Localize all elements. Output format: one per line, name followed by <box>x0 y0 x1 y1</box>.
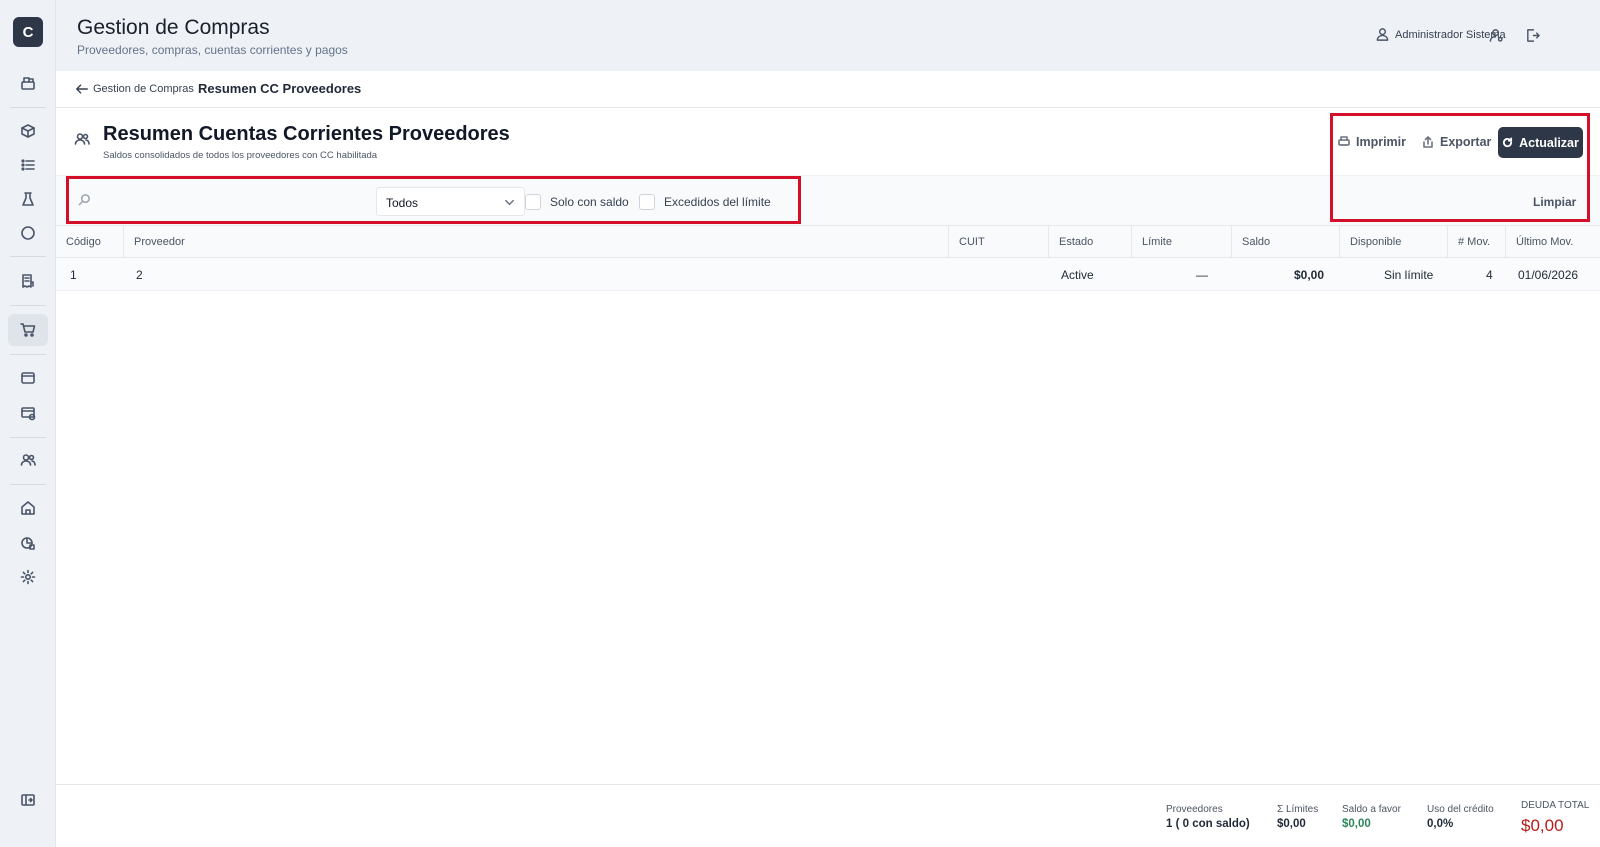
checkbox-box[interactable] <box>525 194 541 210</box>
users-icon <box>74 131 90 152</box>
status-select[interactable]: Todos <box>376 187 525 216</box>
refresh-button[interactable]: Actualizar <box>1498 127 1583 158</box>
col-ultimo-mov[interactable]: Último Mov. <box>1506 226 1600 258</box>
sidebar-divider <box>10 256 46 257</box>
summary-footer: Proveedores 1 ( 0 con saldo) Σ Límites $… <box>56 784 1600 847</box>
export-label: Exportar <box>1440 135 1492 149</box>
accounts-table: Código Proveedor CUIT Estado Límite Sald… <box>56 226 1600 291</box>
stat-value: 1 ( 0 con saldo) <box>1166 818 1250 830</box>
app-subtitle: Proveedores, compras, cuentas corrientes… <box>77 43 348 57</box>
cell-codigo: 1 <box>70 267 77 282</box>
total-debt-value: $0,00 <box>1521 816 1564 835</box>
chart-icon[interactable] <box>8 527 48 559</box>
search-input[interactable] <box>98 185 363 215</box>
stat-proveedores: Proveedores 1 ( 0 con saldo) <box>1166 804 1250 830</box>
user-gear-icon <box>1489 28 1503 42</box>
cash-register-icon[interactable] <box>8 67 48 99</box>
arrow-left-icon <box>76 84 88 94</box>
logout-button[interactable] <box>1522 26 1542 44</box>
print-label: Imprimir <box>1356 135 1407 149</box>
user-icon <box>1376 28 1389 41</box>
stat-label: Saldo a favor <box>1342 804 1401 815</box>
breadcrumb-back-link[interactable]: Gestion de Compras <box>75 82 194 96</box>
home-icon[interactable] <box>8 492 48 524</box>
stat-value: $0,00 <box>1342 818 1371 830</box>
export-button[interactable]: Exportar <box>1422 127 1491 157</box>
search-box[interactable] <box>72 185 367 215</box>
chevron-down-icon <box>505 199 514 206</box>
collapse-icon[interactable] <box>8 784 48 816</box>
col-saldo[interactable]: Saldo <box>1232 226 1340 258</box>
users-icon[interactable] <box>8 444 48 476</box>
status-select-value: Todos <box>386 196 419 210</box>
app-logo[interactable]: C <box>13 17 43 47</box>
refresh-icon <box>1503 137 1513 148</box>
stat-saldo-favor: Saldo a favor $0,00 <box>1342 804 1401 830</box>
page-subtitle: Saldos consolidados de todos los proveed… <box>103 150 378 161</box>
card-icon[interactable] <box>8 397 48 429</box>
table-row[interactable]: 1 2 Active — $0,00 Sin límite 4 01/06/20… <box>56 258 1600 291</box>
breadcrumb-current: Resumen CC Proveedores <box>198 81 362 96</box>
cell-saldo: $0,00 <box>1294 267 1325 282</box>
user-settings-button[interactable] <box>1486 26 1506 44</box>
stat-label: Σ Límites <box>1277 804 1319 815</box>
col-disponible[interactable]: Disponible <box>1340 226 1448 258</box>
sidebar-divider <box>10 484 46 485</box>
page-title: Resumen Cuentas Corrientes Proveedores <box>103 123 510 145</box>
list-icon[interactable] <box>8 149 48 181</box>
clear-filters-button[interactable]: Limpiar <box>1533 195 1576 209</box>
app-header: Gestion de Compras Proveedores, compras,… <box>56 0 1600 71</box>
breadcrumb: Gestion de Compras Resumen CC Proveedore… <box>56 71 1600 108</box>
cart-icon[interactable] <box>8 314 48 346</box>
wallet-icon[interactable] <box>8 362 48 394</box>
refresh-label: Actualizar <box>1519 135 1579 150</box>
sidebar: C <box>0 0 56 847</box>
only-balance-label: Solo con saldo <box>550 195 629 209</box>
col-limite[interactable]: Límite <box>1132 226 1232 258</box>
total-debt-label: DEUDA TOTAL <box>1521 800 1590 811</box>
flask-icon[interactable] <box>8 183 48 215</box>
print-button[interactable]: Imprimir <box>1338 127 1406 157</box>
cell-disponible: Sin límite <box>1384 267 1434 282</box>
cell-limite: — <box>1196 267 1208 282</box>
search-icon <box>78 194 90 206</box>
logout-icon <box>1526 28 1540 42</box>
sidebar-divider <box>10 437 46 438</box>
filter-bar: Todos Solo con saldo Excedidos del límit… <box>56 175 1600 226</box>
table-header: Código Proveedor CUIT Estado Límite Sald… <box>56 226 1600 258</box>
col-proveedor[interactable]: Proveedor <box>124 226 949 258</box>
gear-icon[interactable] <box>8 561 48 593</box>
printer-icon <box>1338 136 1350 146</box>
stat-uso-credito: Uso del crédito 0,0% <box>1427 804 1494 830</box>
receipt-icon[interactable] <box>8 265 48 297</box>
stat-limites: Σ Límites $0,00 <box>1277 804 1318 830</box>
col-estado[interactable]: Estado <box>1049 226 1132 258</box>
stat-label: Uso del crédito <box>1427 804 1494 815</box>
checkbox-box[interactable] <box>639 194 655 210</box>
exceeded-limit-checkbox[interactable]: Excedidos del límite <box>639 194 771 210</box>
only-balance-checkbox[interactable]: Solo con saldo <box>525 194 629 210</box>
circle-icon[interactable] <box>8 217 48 249</box>
cell-proveedor: 2 <box>136 267 143 282</box>
exceeded-limit-label: Excedidos del límite <box>664 195 771 209</box>
cell-movimientos: 4 <box>1486 267 1493 282</box>
stat-value: 0,0% <box>1427 818 1454 830</box>
sidebar-divider <box>10 305 46 306</box>
cell-ultimo-mov: 01/06/2026 <box>1518 267 1579 282</box>
stat-label: Proveedores <box>1166 804 1223 815</box>
sidebar-divider <box>10 354 46 355</box>
export-icon <box>1423 136 1433 148</box>
stat-value: $0,00 <box>1277 818 1306 830</box>
col-cuit[interactable]: CUIT <box>949 226 1049 258</box>
breadcrumb-parent-label: Gestion de Compras <box>93 83 194 95</box>
sidebar-divider <box>10 107 46 108</box>
col-movimientos[interactable]: # Mov. <box>1448 226 1506 258</box>
app-title: Gestion de Compras <box>77 16 270 39</box>
box-icon[interactable] <box>8 115 48 147</box>
col-codigo[interactable]: Código <box>56 226 124 258</box>
cell-estado: Active <box>1061 267 1094 282</box>
